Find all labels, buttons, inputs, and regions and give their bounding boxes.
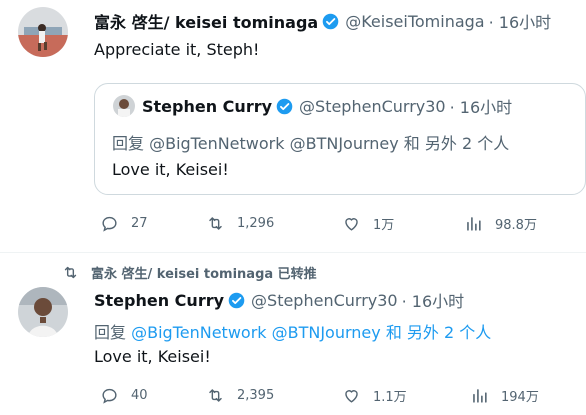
retweet-banner[interactable]: 富永 啓生/ keisei tominaga 已转推 xyxy=(62,263,317,282)
author-name[interactable]: 富永 啓生/ keisei tominaga xyxy=(94,9,318,33)
heart-icon xyxy=(345,218,358,231)
avatar-keisei[interactable] xyxy=(18,7,68,57)
reply-button[interactable]: 27 xyxy=(100,214,148,233)
author-handle[interactable]: @StephenCurry30 xyxy=(251,291,398,310)
avatar-curry[interactable] xyxy=(18,287,68,337)
verified-badge-icon xyxy=(322,13,339,29)
like-button[interactable]: 1万 xyxy=(342,214,394,233)
quote-author-name: Stephen Curry xyxy=(142,96,273,116)
retweet-icon xyxy=(209,389,222,402)
reply-label: 回复 xyxy=(94,323,127,342)
tweet1-header: 富永 啓生/ keisei tominaga @KeiseiTominaga ·… xyxy=(94,9,552,33)
author-name[interactable]: Stephen Curry xyxy=(94,291,224,310)
reply-count: 27 xyxy=(131,216,148,231)
tweet-text: Love it, Keisei! xyxy=(94,347,211,366)
retweet-count: 1,296 xyxy=(237,216,275,231)
quote-avatar-curry xyxy=(113,95,135,117)
verified-badge-icon xyxy=(276,98,293,114)
heart-icon xyxy=(345,390,358,403)
retweet-button[interactable]: 1,296 xyxy=(206,214,274,233)
tweet-divider xyxy=(0,252,586,253)
quote-reply-context: 回复 @BigTenNetwork @BTNJourney 和 另外 2 个人 xyxy=(112,134,510,153)
tweet-time[interactable]: · 16小时 xyxy=(489,9,552,33)
like-count: 1.1万 xyxy=(373,390,407,405)
retweet-button[interactable]: 2,395 xyxy=(206,386,274,405)
retweet-count: 2,395 xyxy=(237,388,275,403)
tweet-text: Appreciate it, Steph! xyxy=(94,40,260,59)
reply-icon xyxy=(102,216,117,232)
quote-time: · 16小时 xyxy=(449,98,513,117)
quote-text: Love it, Keisei! xyxy=(112,160,229,179)
retweet-icon xyxy=(209,217,222,230)
quote-author-handle: @StephenCurry30 xyxy=(299,96,446,116)
quote-tweet-card[interactable]: Stephen Curry @StephenCurry30 · 16小时 回复 … xyxy=(94,83,586,195)
reply-icon xyxy=(102,388,117,404)
tweet2-header: Stephen Curry @StephenCurry30 · 16小时 xyxy=(94,288,465,312)
reply-mentions-link[interactable]: @BigTenNetwork @BTNJourney 和 另外 2 个人 xyxy=(131,323,491,342)
views-chart-icon xyxy=(473,389,487,403)
reply-count: 40 xyxy=(131,388,148,403)
views-count: 194万 xyxy=(501,390,539,405)
like-button[interactable]: 1.1万 xyxy=(342,386,407,405)
reply-context: 回复 @BigTenNetwork @BTNJourney 和 另外 2 个人 xyxy=(94,319,491,343)
retweet-small-icon xyxy=(64,266,77,279)
views-button[interactable]: 194万 xyxy=(470,386,539,405)
author-handle[interactable]: @KeiseiTominaga xyxy=(345,12,484,31)
tweet-time[interactable]: · 16小时 xyxy=(402,288,465,312)
like-count: 1万 xyxy=(373,218,395,233)
retweet-banner-text: 富永 啓生/ keisei tominaga 已转推 xyxy=(91,267,317,282)
verified-badge-icon xyxy=(228,292,245,308)
views-count: 98.8万 xyxy=(495,218,537,233)
views-chart-icon xyxy=(467,217,481,231)
views-button[interactable]: 98.8万 xyxy=(464,214,537,233)
reply-button[interactable]: 40 xyxy=(100,386,148,405)
